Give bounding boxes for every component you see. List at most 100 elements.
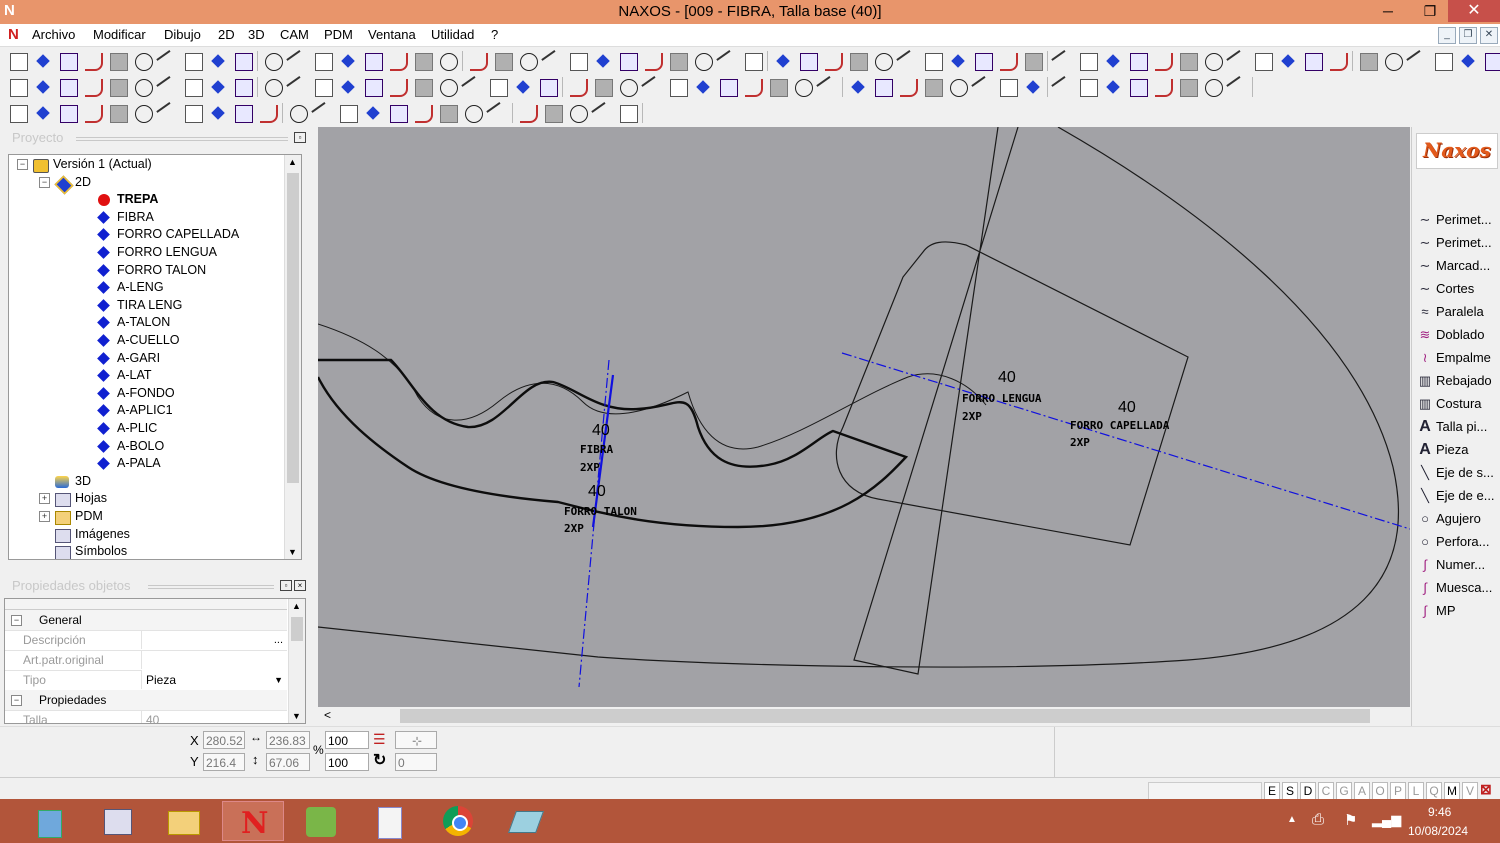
taskbar-eraser-icon[interactable] — [494, 801, 556, 841]
clock-time[interactable]: 9:46 — [1428, 805, 1451, 819]
toolbar-tool-icon[interactable] — [235, 53, 253, 71]
scroll-left-icon[interactable]: < — [324, 708, 331, 722]
taskbar-naxos-icon[interactable]: N — [222, 801, 284, 841]
toolbar-tool-icon[interactable] — [1080, 53, 1098, 71]
tree-item-label[interactable]: 2D — [75, 174, 91, 191]
tree-scroll-thumb[interactable] — [287, 173, 299, 483]
toolbar-tool-icon[interactable] — [695, 53, 713, 71]
tray-printer-icon[interactable]: ⎙ — [1312, 811, 1324, 828]
tree-item-label[interactable]: Símbolos — [75, 543, 127, 559]
scroll-down-icon[interactable]: ▼ — [292, 711, 301, 721]
label-talon-qty[interactable]: 2XP — [564, 522, 584, 535]
toolbar-tool-icon[interactable] — [570, 105, 588, 123]
tree-item-label[interactable]: FORRO TALON — [117, 262, 206, 279]
toolbar-tool-icon[interactable] — [440, 53, 458, 71]
toolbar-tool-icon[interactable] — [1485, 53, 1500, 71]
menu-help[interactable]: ? — [491, 27, 498, 42]
project-tree[interactable]: ▲ ▼ − Versión 1 (Actual) −2D TREPA FIBRA FORR… — [8, 154, 302, 560]
toolbar-tool-icon[interactable] — [1305, 53, 1323, 71]
taskbar-install-icon[interactable] — [358, 801, 420, 841]
toolbar-tool-icon[interactable] — [185, 105, 203, 123]
toolbar-tool-icon[interactable] — [156, 102, 180, 126]
toolbar-tool-icon[interactable] — [1205, 79, 1223, 97]
width-field[interactable]: 236.83 — [266, 731, 310, 749]
toolbar-tool-icon[interactable] — [85, 79, 103, 97]
property-value[interactable]: Pieza ▼ — [141, 670, 287, 689]
toolbar-tool-icon[interactable] — [925, 53, 943, 71]
toolbar-tool-icon[interactable] — [1226, 76, 1250, 100]
toolbar-tool-icon[interactable] — [486, 102, 510, 126]
status-toggle[interactable]: C — [1318, 782, 1334, 800]
status-toggle[interactable]: A — [1354, 782, 1370, 800]
tool-item[interactable]: ∼ Perimet... — [1416, 232, 1500, 254]
toolbar-tool-icon[interactable] — [620, 53, 638, 71]
toolbar-tool-icon[interactable] — [875, 79, 893, 97]
tree-item-label[interactable]: Versión 1 (Actual) — [53, 156, 152, 173]
toolbar-tool-icon[interactable] — [1130, 53, 1148, 71]
toolbar-tool-icon[interactable] — [720, 79, 738, 97]
category-expander[interactable]: − — [11, 695, 22, 706]
tool-item[interactable]: ≋ Doblado — [1416, 324, 1500, 346]
scale-y-field[interactable]: 100 — [325, 753, 369, 771]
props-scrollbar[interactable]: ▲ ▼ — [288, 599, 305, 723]
tree-item-label[interactable]: A-CUELLO — [117, 332, 180, 349]
menu-modificar[interactable]: Modificar — [93, 27, 146, 42]
taskbar-chrome-icon[interactable] — [428, 801, 490, 841]
label-fibra-name[interactable]: FIBRA — [580, 443, 613, 456]
tree-item-label[interactable]: TREPA — [117, 191, 158, 208]
status-toggle[interactable]: L — [1408, 782, 1424, 800]
toolbar-tool-icon[interactable] — [1330, 53, 1348, 71]
minimize-button[interactable]: ─ — [1368, 0, 1408, 22]
toolbar-tool-icon[interactable] — [490, 79, 508, 97]
toolbar-tool-icon[interactable] — [1406, 50, 1430, 74]
label-capellada-size[interactable]: 40 — [1118, 399, 1136, 416]
tree-item-label[interactable]: Imágenes — [75, 526, 130, 543]
toolbar-tool-icon[interactable] — [1026, 80, 1040, 94]
toolbar-tool-icon[interactable] — [1281, 54, 1295, 68]
toolbar-tool-icon[interactable] — [156, 50, 180, 74]
status-toggle[interactable]: S — [1282, 782, 1298, 800]
taskbar-green-app-icon[interactable] — [290, 801, 352, 841]
status-toggle[interactable]: P — [1390, 782, 1406, 800]
toolbar-tool-icon[interactable] — [60, 53, 78, 71]
toolbar-tool-icon[interactable] — [315, 79, 333, 97]
menu-3d[interactable]: 3D — [248, 27, 265, 42]
label-fibra-qty[interactable]: 2XP — [580, 461, 600, 474]
tray-network-icon[interactable]: ▂▄▆ — [1372, 812, 1401, 828]
toolbar-tool-icon[interactable] — [461, 76, 485, 100]
toolbar-tool-icon[interactable] — [800, 53, 818, 71]
toolbar-tool-icon[interactable] — [440, 105, 458, 123]
toolbar-tool-icon[interactable] — [896, 50, 920, 74]
tool-item[interactable]: ▥ Costura — [1416, 393, 1500, 415]
label-talon-name[interactable]: FORRO TALON — [564, 505, 637, 518]
label-capellada-name[interactable]: FORRO CAPELLADA — [1070, 419, 1170, 432]
tool-item[interactable]: ╲ Eje de s... — [1416, 462, 1500, 484]
status-toggle[interactable]: V — [1462, 782, 1478, 800]
scroll-up-icon[interactable]: ▲ — [292, 601, 301, 611]
toolbar-tool-icon[interactable] — [1385, 53, 1403, 71]
tree-expander[interactable]: + — [39, 511, 50, 522]
toolbar-tool-icon[interactable] — [60, 105, 78, 123]
toolbar-tool-icon[interactable] — [286, 76, 310, 100]
toolbar-tool-icon[interactable] — [235, 79, 253, 97]
scroll-down-icon[interactable]: ▼ — [288, 547, 297, 557]
toolbar-tool-icon[interactable] — [1106, 80, 1120, 94]
menu-pdm[interactable]: PDM — [324, 27, 353, 42]
clock-date[interactable]: 10/08/2024 — [1408, 824, 1468, 838]
tool-item[interactable]: ○ Perfora... — [1416, 531, 1500, 553]
toolbar-tool-icon[interactable] — [286, 50, 310, 74]
toolbar-tool-icon[interactable] — [1205, 53, 1223, 71]
tool-item[interactable]: ≀ Empalme — [1416, 347, 1500, 369]
toolbar-tool-icon[interactable] — [900, 79, 918, 97]
toolbar-tool-icon[interactable] — [211, 106, 225, 120]
property-category[interactable]: − Propiedades — [5, 690, 287, 711]
panel-pin-icon[interactable]: ▫ — [294, 132, 306, 143]
toolbar-tool-icon[interactable] — [1051, 50, 1075, 74]
toolbar-tool-icon[interactable] — [670, 53, 688, 71]
tree-item-label[interactable]: A-LAT — [117, 367, 152, 384]
tree-item-label[interactable]: A-APLIC1 — [117, 402, 173, 419]
toolbar-tool-icon[interactable] — [1180, 79, 1198, 97]
toolbar-tool-icon[interactable] — [1155, 79, 1173, 97]
label-fibra-size[interactable]: 40 — [592, 422, 610, 439]
toolbar-tool-icon[interactable] — [1000, 79, 1018, 97]
